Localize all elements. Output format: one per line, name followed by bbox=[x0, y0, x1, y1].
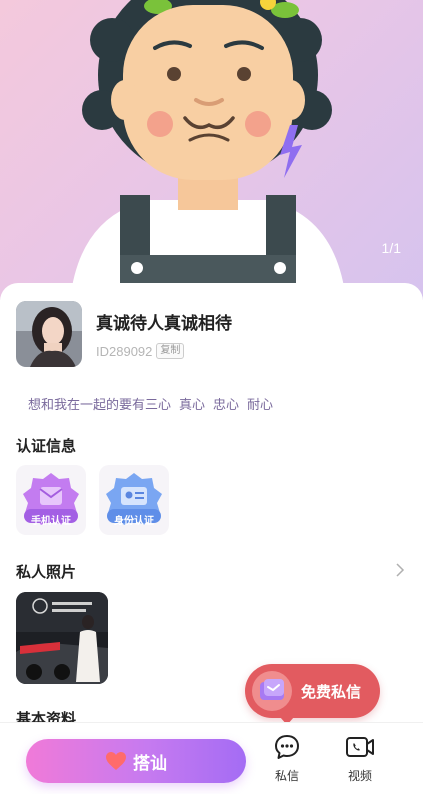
chevron-right-icon[interactable] bbox=[395, 563, 405, 577]
phone-verified-badge[interactable]: 手机认证 bbox=[16, 465, 86, 535]
section-title-photos: 私人照片 bbox=[16, 563, 77, 581]
bio-tag: 真心 bbox=[179, 398, 206, 413]
bio-tags: 想和我在一起的要有三心 真心 忠心 耐心 bbox=[28, 394, 273, 413]
user-id: ID289092 bbox=[96, 343, 153, 359]
private-message-button[interactable]: 私信 bbox=[263, 733, 311, 789]
bio-tag: 耐心 bbox=[247, 398, 274, 413]
private-message-label: 私信 bbox=[274, 769, 299, 783]
video-camera-icon bbox=[346, 737, 374, 757]
avatar[interactable] bbox=[16, 301, 82, 367]
chat-bubble-icon bbox=[275, 735, 299, 759]
video-call-label: 视频 bbox=[347, 769, 372, 783]
private-photo-thumbnail[interactable] bbox=[16, 592, 108, 684]
profile-hero-image[interactable]: 1/1 bbox=[0, 0, 423, 300]
free-message-label: 免费私信 bbox=[301, 683, 362, 701]
bottom-action-bar: 搭讪 私信 视频 bbox=[0, 722, 423, 794]
free-message-button[interactable]: 免费私信 bbox=[245, 664, 380, 725]
copy-id-button[interactable]: 复制 bbox=[156, 343, 185, 359]
cartoon-avatar-illustration bbox=[70, 0, 346, 300]
chat-up-button[interactable]: 搭讪 bbox=[26, 739, 246, 783]
avatar-photo-icon bbox=[16, 301, 82, 367]
chat-up-label: 搭讪 bbox=[133, 753, 167, 774]
section-title-verification: 认证信息 bbox=[16, 437, 77, 455]
bio-tag: 忠心 bbox=[213, 398, 240, 413]
bio-text: 想和我在一起的要有三心 bbox=[28, 398, 172, 413]
badge-label: 手机认证 bbox=[31, 516, 71, 527]
nickname: 真诚待人真诚相待 bbox=[96, 314, 232, 334]
id-verified-badge[interactable]: 身份认证 bbox=[99, 465, 169, 535]
video-call-button[interactable]: 视频 bbox=[336, 733, 384, 789]
message-gift-icon bbox=[252, 671, 292, 711]
heart-icon bbox=[106, 752, 126, 770]
photo-counter: 1/1 bbox=[381, 240, 401, 256]
profile-card: 真诚待人真诚相待 ID289092 复制 想和我在一起的要有三心 真心 忠心 耐… bbox=[0, 283, 423, 794]
user-id-row: ID289092 复制 bbox=[96, 343, 185, 359]
badge-label: 身份认证 bbox=[114, 516, 154, 527]
private-photo-image bbox=[16, 592, 108, 684]
